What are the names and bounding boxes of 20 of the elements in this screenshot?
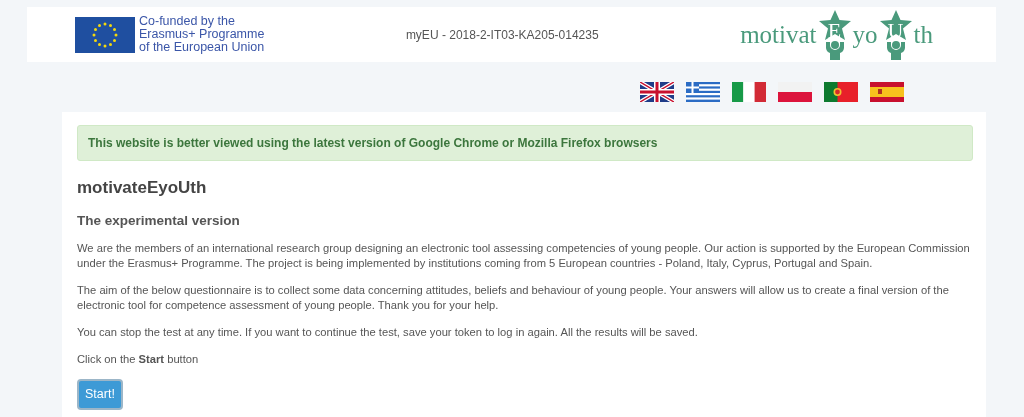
paragraph: We are the members of an international research group designing an electronic tool assessing competencies of young people. Our action is supported by the European Commission under the Erasmus+ Programme. The project is being implemented by institutions coming from 5 European countries - Poland, Italy, Cyprus, Portugal and Spain. bbox=[77, 240, 971, 271]
flag-icon[interactable] bbox=[640, 82, 674, 102]
paragraph: The aim of the below questionnaire is to collect some data concerning attitudes, beliefs and behaviour of young people. Your answers will allow us to create a final version of the electronic tool for competence assessment of young people. Thank you for your help. bbox=[77, 282, 950, 313]
paragraph: You can stop the test at any time. If you want to continue the test, save your token to log in again. All the results will be saved. bbox=[77, 324, 699, 340]
browser-notice: This website is better viewed using the latest version of Google Chrome or Mozilla Firefox browsers bbox=[77, 125, 973, 161]
funding-text: Erasmus+ Programme bbox=[139, 28, 265, 41]
logo-text: yo bbox=[852, 19, 878, 50]
flag-icon[interactable] bbox=[732, 82, 766, 102]
start-button[interactable]: Start! bbox=[77, 378, 123, 410]
flag-icon[interactable] bbox=[686, 82, 720, 102]
page-subtitle: The experimental version bbox=[77, 211, 241, 230]
page-title: motivateEyoUth bbox=[77, 177, 208, 199]
paragraph: Click on the Start button bbox=[77, 351, 200, 367]
eu-flag-icon bbox=[75, 16, 135, 53]
funding-text: of the European Union bbox=[139, 41, 265, 54]
flag-icon[interactable] bbox=[778, 82, 812, 102]
logo-text: th bbox=[913, 19, 933, 50]
project-code: myEU - 2018-2-IT03-KA205-014235 bbox=[405, 26, 599, 44]
funding-text: Co-funded by the bbox=[139, 15, 236, 28]
logo-text: motivat bbox=[740, 19, 817, 50]
